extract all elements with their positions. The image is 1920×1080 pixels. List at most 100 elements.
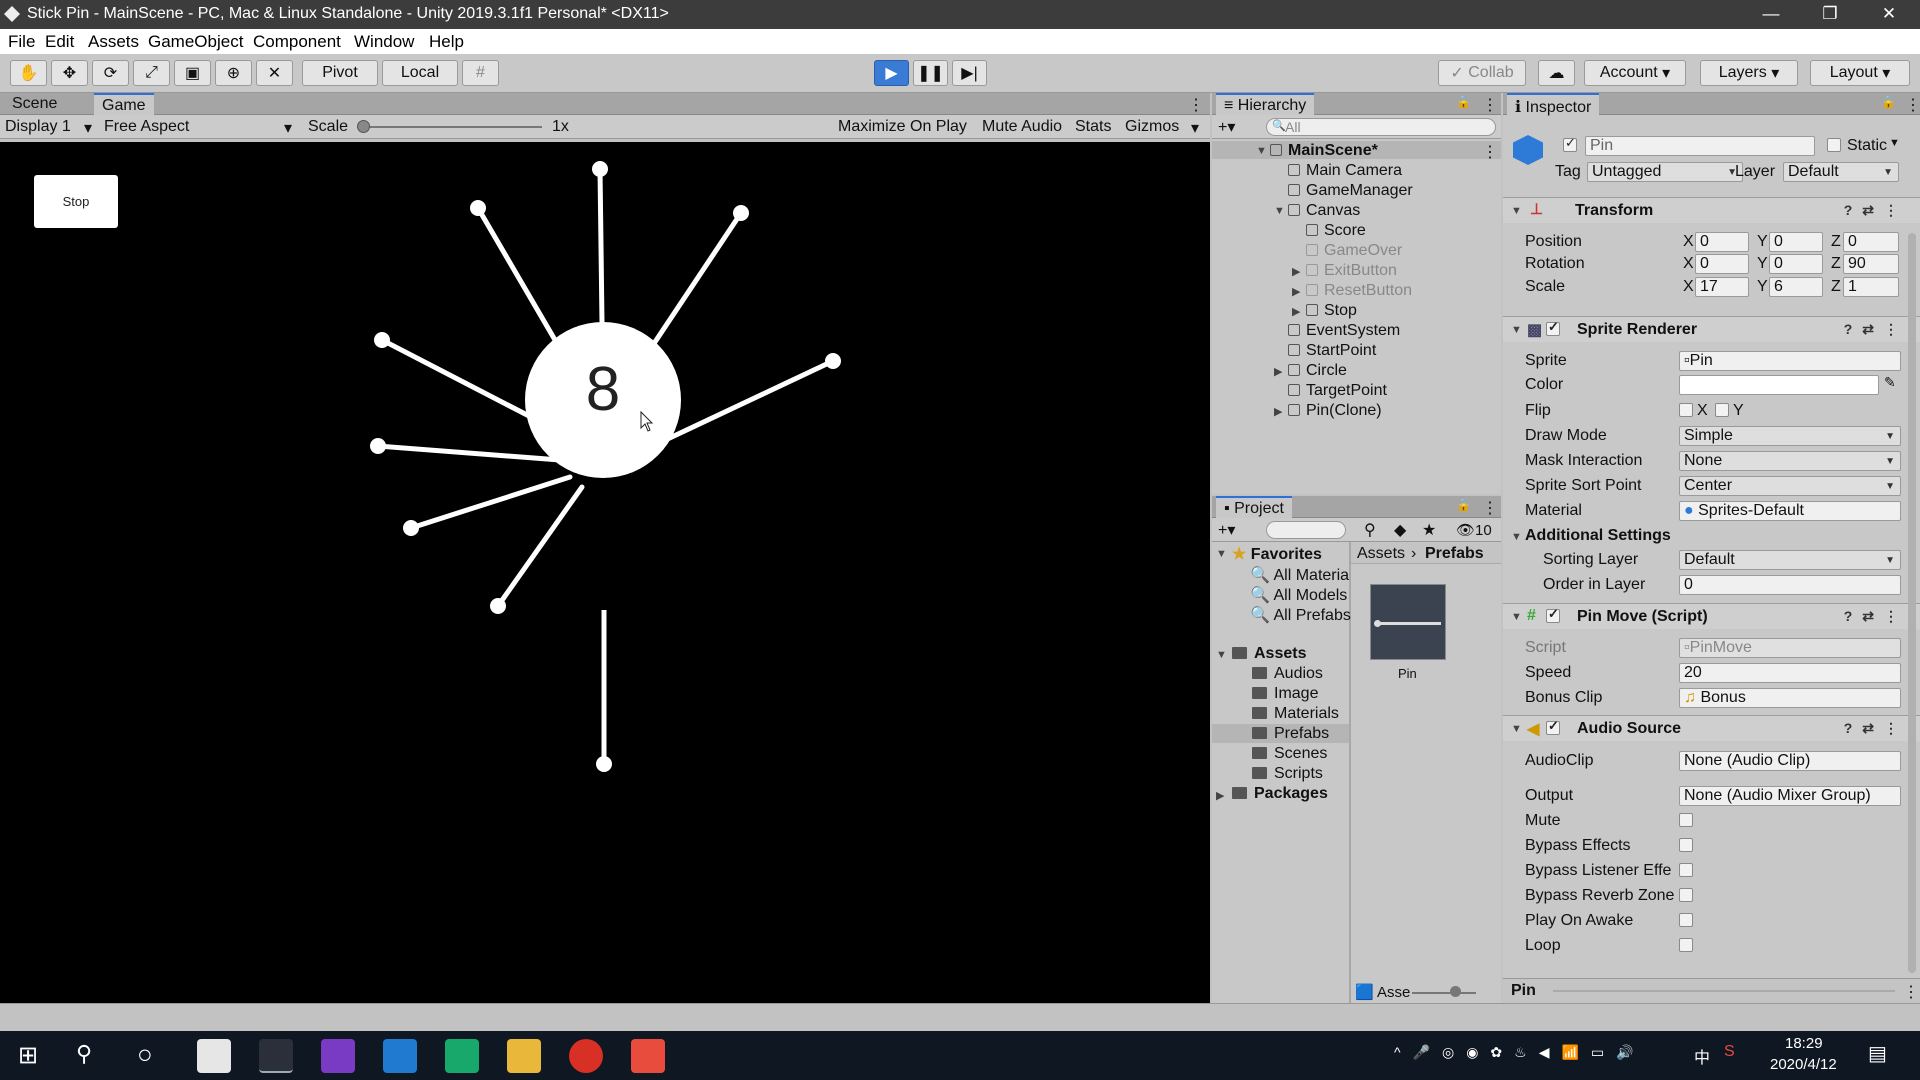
expand-arrow[interactable]: ▼ xyxy=(1256,145,1267,157)
local-button[interactable]: Local xyxy=(382,60,458,86)
inspector-scrollbar[interactable] xyxy=(1908,233,1916,973)
layers-dropdown[interactable]: Layers ▾ xyxy=(1700,60,1798,86)
display-dropdown[interactable]: Display 1 xyxy=(5,118,71,136)
bypass-effects-checkbox[interactable] xyxy=(1679,838,1693,852)
tab-game[interactable]: Game xyxy=(94,93,154,115)
audioclip-field[interactable]: None (Audio Clip) xyxy=(1679,751,1901,771)
notification-icon[interactable]: ▤ xyxy=(1868,1041,1887,1066)
audio-source-enabled-checkbox[interactable] xyxy=(1546,718,1560,735)
rect-tool-icon[interactable]: ▣ xyxy=(174,60,211,86)
layout-dropdown[interactable]: Layout ▾ xyxy=(1810,60,1910,86)
layer-dropdown[interactable]: Default xyxy=(1783,162,1899,182)
hierarchy-item-resetbutton[interactable]: ResetButton xyxy=(1306,282,1412,300)
hierarchy-search-input[interactable]: All xyxy=(1266,118,1496,136)
additional-settings-header[interactable]: Additional Settings xyxy=(1525,527,1671,545)
color-swatch[interactable] xyxy=(1679,375,1879,395)
create-plus-icon[interactable]: +▾ xyxy=(1218,520,1235,540)
menu-gameobject[interactable]: GameObject xyxy=(148,32,243,52)
hidden-packages-count[interactable]: 👁10 xyxy=(1456,521,1492,539)
collapse-arrow[interactable]: ▶ xyxy=(1292,265,1300,278)
favorites-header[interactable]: ★ Favorites xyxy=(1232,544,1322,564)
expand-arrow[interactable]: ▼ xyxy=(1216,548,1227,560)
game-view[interactable]: Stop 8 xyxy=(0,142,1210,1003)
favorite-all-prefabs[interactable]: 🔍 All Prefabs xyxy=(1250,605,1351,625)
hierarchy-item-gameover[interactable]: GameOver xyxy=(1306,242,1402,260)
notepad-app-icon[interactable] xyxy=(445,1039,479,1073)
collab-button[interactable]: ✓ Collab xyxy=(1438,60,1526,86)
clock-date[interactable]: 2020/4/12 xyxy=(1770,1056,1837,1073)
collapse-arrow[interactable]: ▶ xyxy=(1274,405,1282,418)
tab-project[interactable]: ▪ Project xyxy=(1216,496,1292,518)
folder-audios[interactable]: Audios xyxy=(1252,665,1323,683)
folder-materials[interactable]: Materials xyxy=(1252,705,1339,723)
preview-menu-icon[interactable]: ⋮ xyxy=(1903,982,1919,1002)
filter-type-icon[interactable]: ⚲ xyxy=(1364,520,1376,540)
hierarchy-item-exitbutton[interactable]: ExitButton xyxy=(1306,262,1397,280)
sprite-sort-point-dropdown[interactable]: Center xyxy=(1679,476,1901,496)
chrome-icon[interactable] xyxy=(569,1039,603,1073)
speed-field[interactable]: 20 xyxy=(1679,663,1901,683)
scale-y-field[interactable]: 6 xyxy=(1769,277,1823,297)
hierarchy-item-eventsystem[interactable]: EventSystem xyxy=(1288,322,1400,340)
hierarchy-item-targetpoint[interactable]: TargetPoint xyxy=(1288,382,1387,400)
maximize-button[interactable]: ❐ xyxy=(1801,0,1859,29)
tab-scene[interactable]: Scene xyxy=(4,93,65,115)
pin-prefab-thumbnail[interactable] xyxy=(1370,584,1446,660)
hierarchy-item-circle[interactable]: Circle xyxy=(1288,362,1347,380)
expand-arrow[interactable]: ▼ xyxy=(1511,723,1522,735)
folder-scenes[interactable]: Scenes xyxy=(1252,745,1327,763)
account-dropdown[interactable]: Account ▾ xyxy=(1584,60,1686,86)
aspect-dropdown[interactable]: Free Aspect xyxy=(104,118,189,136)
scale-z-field[interactable]: 1 xyxy=(1843,277,1899,297)
play-on-awake-checkbox[interactable] xyxy=(1679,913,1693,927)
audio-source-header[interactable]: ▼ ◀ Audio Source ?⇄⋮ xyxy=(1503,715,1920,741)
unity-editor-icon[interactable] xyxy=(259,1039,293,1073)
expand-arrow[interactable]: ▼ xyxy=(1216,649,1227,661)
tag-dropdown[interactable]: Untagged xyxy=(1587,162,1743,182)
menu-file[interactable]: File xyxy=(8,32,35,52)
red-app-icon[interactable] xyxy=(631,1039,665,1073)
panel-menu-icon[interactable]: ⋮ xyxy=(1180,93,1212,115)
folder-image[interactable]: Image xyxy=(1252,685,1318,703)
draw-mode-dropdown[interactable]: Simple xyxy=(1679,426,1901,446)
static-checkbox[interactable] xyxy=(1827,138,1841,152)
minimize-button[interactable]: — xyxy=(1742,0,1800,29)
active-checkbox[interactable] xyxy=(1563,135,1577,152)
hierarchy-item-canvas[interactable]: Canvas xyxy=(1288,202,1360,220)
search-icon[interactable]: ⚲ xyxy=(76,1041,92,1067)
component-header-icons[interactable]: ?⇄⋮ xyxy=(1844,202,1908,219)
component-header-icons[interactable]: ?⇄⋮ xyxy=(1844,321,1908,338)
clock-time[interactable]: 18:29 xyxy=(1785,1035,1823,1052)
close-button[interactable]: ✕ xyxy=(1860,0,1918,29)
rotation-z-field[interactable]: 90 xyxy=(1843,254,1899,274)
scale-slider-handle[interactable] xyxy=(357,120,370,133)
system-tray-icons[interactable]: ^🎤◎◉✿♨◀📶▭🔊 xyxy=(1394,1044,1646,1061)
scale-slider[interactable] xyxy=(358,126,542,128)
sprite-renderer-header[interactable]: ▼ ▩ Sprite Renderer ?⇄⋮ xyxy=(1503,316,1920,342)
object-name-field[interactable]: Pin xyxy=(1585,136,1815,156)
mute-audio-toggle[interactable]: Mute Audio xyxy=(982,118,1062,136)
move-tool-icon[interactable]: ✥ xyxy=(51,60,88,86)
stats-toggle[interactable]: Stats xyxy=(1075,118,1111,136)
inspector-menu-icon[interactable]: ⋮ xyxy=(1897,93,1920,115)
folder-prefabs[interactable]: Prefabs xyxy=(1252,725,1329,743)
flip-y-checkbox[interactable] xyxy=(1715,403,1729,417)
output-field[interactable]: None (Audio Mixer Group) xyxy=(1679,786,1901,806)
favorite-star-icon[interactable]: ★ xyxy=(1422,520,1436,540)
transform-header[interactable]: ▼ ⊥ Transform ?⇄⋮ xyxy=(1503,197,1920,223)
folder-scripts[interactable]: Scripts xyxy=(1252,765,1323,783)
loop-checkbox[interactable] xyxy=(1679,938,1693,952)
ime-indicator[interactable]: 中 xyxy=(1694,1044,1710,1068)
vscode-icon[interactable] xyxy=(383,1039,417,1073)
menu-edit[interactable]: Edit xyxy=(45,32,74,52)
static-dropdown-icon[interactable]: ▼ xyxy=(1889,137,1900,149)
collapse-arrow[interactable]: ▶ xyxy=(1216,789,1224,802)
visual-studio-icon[interactable] xyxy=(321,1039,355,1073)
expand-arrow[interactable]: ▼ xyxy=(1511,324,1522,336)
hierarchy-item-startpoint[interactable]: StartPoint xyxy=(1288,342,1376,360)
pause-button[interactable]: ❚❚ xyxy=(913,60,948,86)
flip-x-checkbox[interactable] xyxy=(1679,403,1693,417)
hand-tool-icon[interactable]: ✋ xyxy=(10,60,47,86)
tab-inspector[interactable]: ℹ Inspector xyxy=(1507,93,1600,116)
expand-arrow[interactable]: ▼ xyxy=(1274,205,1285,217)
